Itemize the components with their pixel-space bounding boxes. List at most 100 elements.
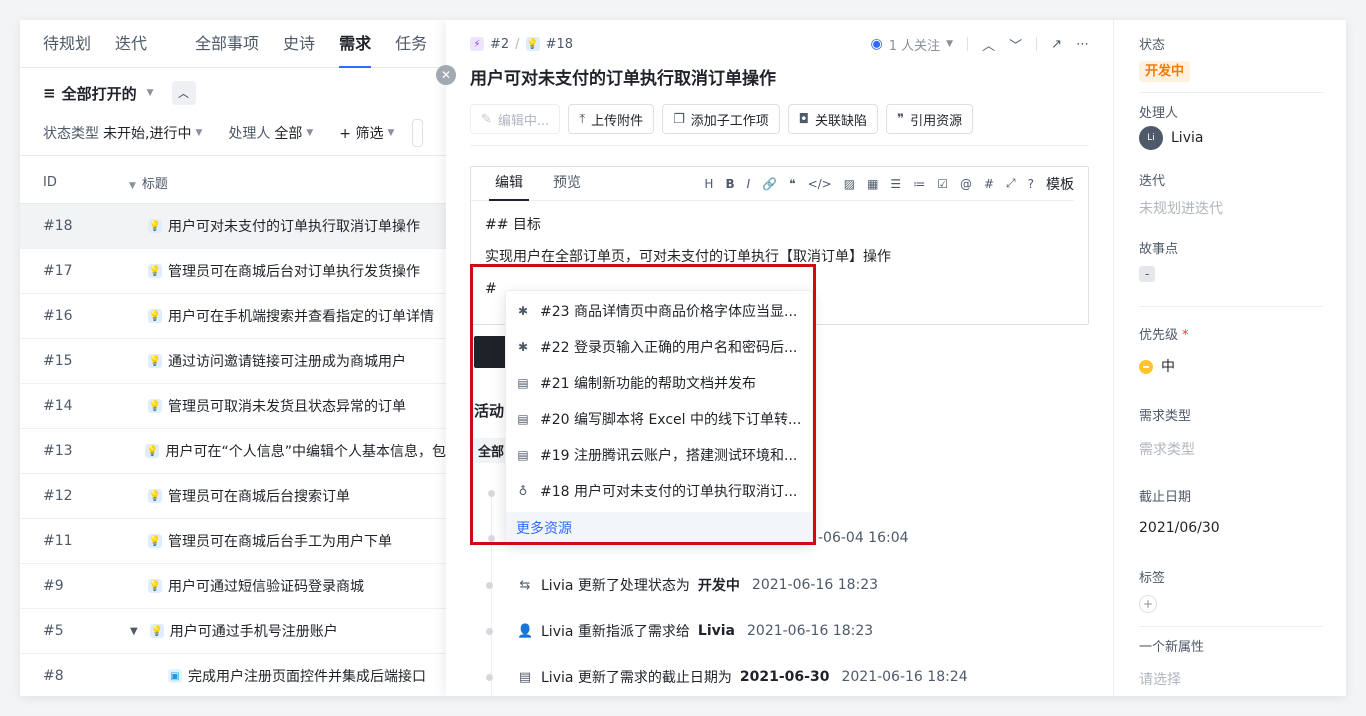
pencil-icon: ✎ — [481, 111, 492, 127]
plus-icon: + — [1139, 595, 1157, 613]
bold-icon[interactable]: B — [725, 177, 734, 191]
title-search-input[interactable]: 标题 — [412, 119, 423, 147]
bullet-list-icon[interactable]: ≔ — [913, 177, 925, 191]
divider — [1139, 626, 1323, 627]
add-child-item-button[interactable]: ❐ 添加子工作项 — [662, 104, 780, 134]
code-icon[interactable]: </> — [808, 177, 832, 191]
table-row[interactable]: #15 💡 通过访问邀请链接可注册成为商城用户 — [20, 339, 446, 384]
view-selector[interactable]: ≡ 全部打开的 ▼ — [43, 83, 154, 104]
breadcrumb-epic[interactable]: #2 — [490, 37, 509, 52]
list-item[interactable]: ▤ #19 注册腾讯云账户，搭建测试环境和... — [506, 437, 812, 473]
story-points-field[interactable]: - — [1139, 266, 1156, 282]
tab-epic[interactable]: 史诗 — [283, 20, 315, 68]
task-icon: ▤ — [517, 376, 529, 390]
status-type-label: 状态类型 — [43, 126, 99, 142]
row-title: 用户可通过短信验证码登录商城 — [168, 579, 364, 595]
breadcrumb-separator: / — [515, 36, 520, 52]
status-type-filter[interactable]: 状态类型 未开始,进行中 ▼ — [43, 123, 202, 143]
help-icon[interactable]: ? — [1028, 177, 1034, 191]
custom-property-label: 一个新属性 — [1139, 640, 1205, 655]
list-item[interactable]: ▤ #21 编制新功能的帮助文档并发布 — [506, 365, 812, 401]
close-detail-button[interactable]: ✕ — [436, 65, 456, 85]
italic-icon[interactable]: I — [747, 177, 751, 191]
status-type-value: 未开始,进行中 — [103, 126, 192, 142]
activity-filter-all[interactable]: 全部 — [474, 438, 509, 463]
column-id[interactable]: ID — [43, 175, 129, 190]
table-row[interactable]: #16 💡 用户可在手机端搜索并查看指定的订单详情 — [20, 294, 446, 339]
add-tag-button[interactable]: + — [1139, 595, 1157, 613]
row-title: 管理员可取消未发货且状态异常的订单 — [168, 399, 406, 415]
avatar: Li — [1139, 126, 1163, 150]
list-item[interactable]: ✱ #23 商品详情页中商品价格字体应当显... — [506, 293, 812, 329]
link-bug-button[interactable]: ◘ 关联缺陷 — [787, 104, 879, 134]
column-title[interactable]: ▼ 标题 — [129, 173, 168, 192]
requirement-icon: 💡 — [148, 399, 162, 413]
activity-time-partial: -06-04 16:04 — [818, 530, 909, 546]
table-row[interactable]: #8 ▣ 完成用户注册页面控件并集成后端接口 — [20, 654, 446, 696]
collapse-filter-button[interactable]: ︿ — [171, 81, 196, 105]
priority-medium-icon — [1139, 360, 1153, 374]
table-icon[interactable]: ▦ — [867, 177, 878, 191]
requirement-type-field[interactable]: 需求类型 — [1139, 439, 1195, 459]
add-filter-button[interactable]: + 筛选 ▼ — [339, 123, 394, 143]
table-row[interactable]: #5 ▼ 💡 用户可通过手机号注册账户 — [20, 609, 446, 654]
list-item[interactable]: ▤ #20 编写脚本将 Excel 中的线下订单转... — [506, 401, 812, 437]
status-badge: 开发中 — [1139, 61, 1191, 82]
quote-icon[interactable]: ❝ — [789, 177, 795, 191]
chevron-down-icon[interactable]: ﹀ — [1009, 35, 1022, 54]
table-row[interactable]: #13 💡 用户可在“个人信息”中编辑个人基本信息，包 — [20, 429, 446, 474]
tab-requirement[interactable]: 需求 — [339, 20, 372, 68]
tab-edit[interactable]: 编辑 — [489, 167, 529, 201]
mention-icon[interactable]: @ — [960, 177, 972, 191]
epic-icon: ⚡ — [470, 37, 484, 51]
cite-resource-button[interactable]: ❞ 引用资源 — [886, 104, 974, 134]
open-external-icon[interactable]: ↗ — [1051, 37, 1062, 52]
row-title: 用户可在手机端搜索并查看指定的订单详情 — [168, 309, 434, 325]
divider — [1139, 92, 1323, 93]
assignee-filter[interactable]: 处理人 全部 ▼ — [228, 123, 313, 143]
tab-all-items[interactable]: 全部事项 — [195, 20, 259, 68]
due-date-field[interactable]: 2021/06/30 — [1139, 520, 1220, 536]
heading-icon[interactable]: H — [704, 177, 713, 191]
watch-button[interactable]: ◉ 1 人关注 ▼ — [871, 35, 954, 54]
row-id: #13 — [43, 443, 73, 459]
row-title: 用户可通过手机号注册账户 — [169, 624, 338, 640]
chevron-up-icon[interactable]: ︿ — [982, 35, 995, 54]
table-row[interactable]: #9 💡 用户可通过短信验证码登录商城 — [20, 564, 446, 609]
priority-field[interactable]: 中 — [1139, 356, 1175, 376]
table-row[interactable]: #11 💡 管理员可在商城后台手工为用户下单 — [20, 519, 446, 564]
chevron-down-icon[interactable]: ▼ — [130, 626, 138, 637]
fullscreen-icon[interactable]: ⤢ — [1006, 176, 1016, 191]
child-item-icon: ❐ — [673, 111, 685, 127]
assignee-field[interactable]: Li Livia — [1139, 126, 1203, 150]
iteration-label: 迭代 — [1139, 174, 1166, 189]
list-item[interactable]: ♁ #18 用户可对未支付的订单执行取消订... — [506, 473, 812, 509]
more-resources-link[interactable]: 更多资源 — [506, 512, 812, 544]
list-header: ID ▼ 标题 — [20, 162, 446, 204]
custom-property-field[interactable]: 请选择 — [1139, 669, 1181, 689]
breadcrumb-requirement[interactable]: #18 — [546, 37, 573, 52]
link-icon[interactable]: 🔗 — [762, 177, 777, 191]
row-id: #11 — [43, 533, 73, 549]
tab-task[interactable]: 任务 — [395, 20, 427, 68]
activity-item: 👤 Livia 重新指派了需求给 Livia 2021-06-16 18:23 — [486, 621, 873, 641]
ordered-list-icon[interactable]: ☰ — [890, 177, 901, 191]
tab-backlog[interactable]: 待规划 — [43, 20, 91, 68]
row-id: #18 — [43, 218, 73, 234]
template-button[interactable]: 模板 — [1046, 174, 1074, 194]
tab-preview[interactable]: 预览 — [553, 167, 581, 201]
status-field[interactable]: 开发中 — [1139, 60, 1191, 82]
hash-icon[interactable]: # — [984, 177, 994, 191]
checklist-icon[interactable]: ☑ — [937, 177, 948, 191]
more-icon[interactable]: ⋯ — [1076, 37, 1089, 52]
upload-attachment-button[interactable]: ⤒ 上传附件 — [568, 104, 655, 134]
table-row[interactable]: #18 💡 用户可对未支付的订单执行取消订单操作 — [20, 204, 446, 249]
iteration-field[interactable]: 未规划进迭代 — [1139, 198, 1223, 218]
list-item[interactable]: ✱ #22 登录页输入正确的用户名和密码后... — [506, 329, 812, 365]
table-row[interactable]: #12 💡 管理员可在商城后台搜索订单 — [20, 474, 446, 519]
tab-iteration[interactable]: 迭代 — [115, 20, 147, 68]
table-row[interactable]: #14 💡 管理员可取消未发货且状态异常的订单 — [20, 384, 446, 429]
image-icon[interactable]: ▨ — [844, 177, 855, 191]
table-row[interactable]: #17 💡 管理员可在商城后台对订单执行发货操作 — [20, 249, 446, 294]
requirement-icon: 💡 — [148, 264, 162, 278]
